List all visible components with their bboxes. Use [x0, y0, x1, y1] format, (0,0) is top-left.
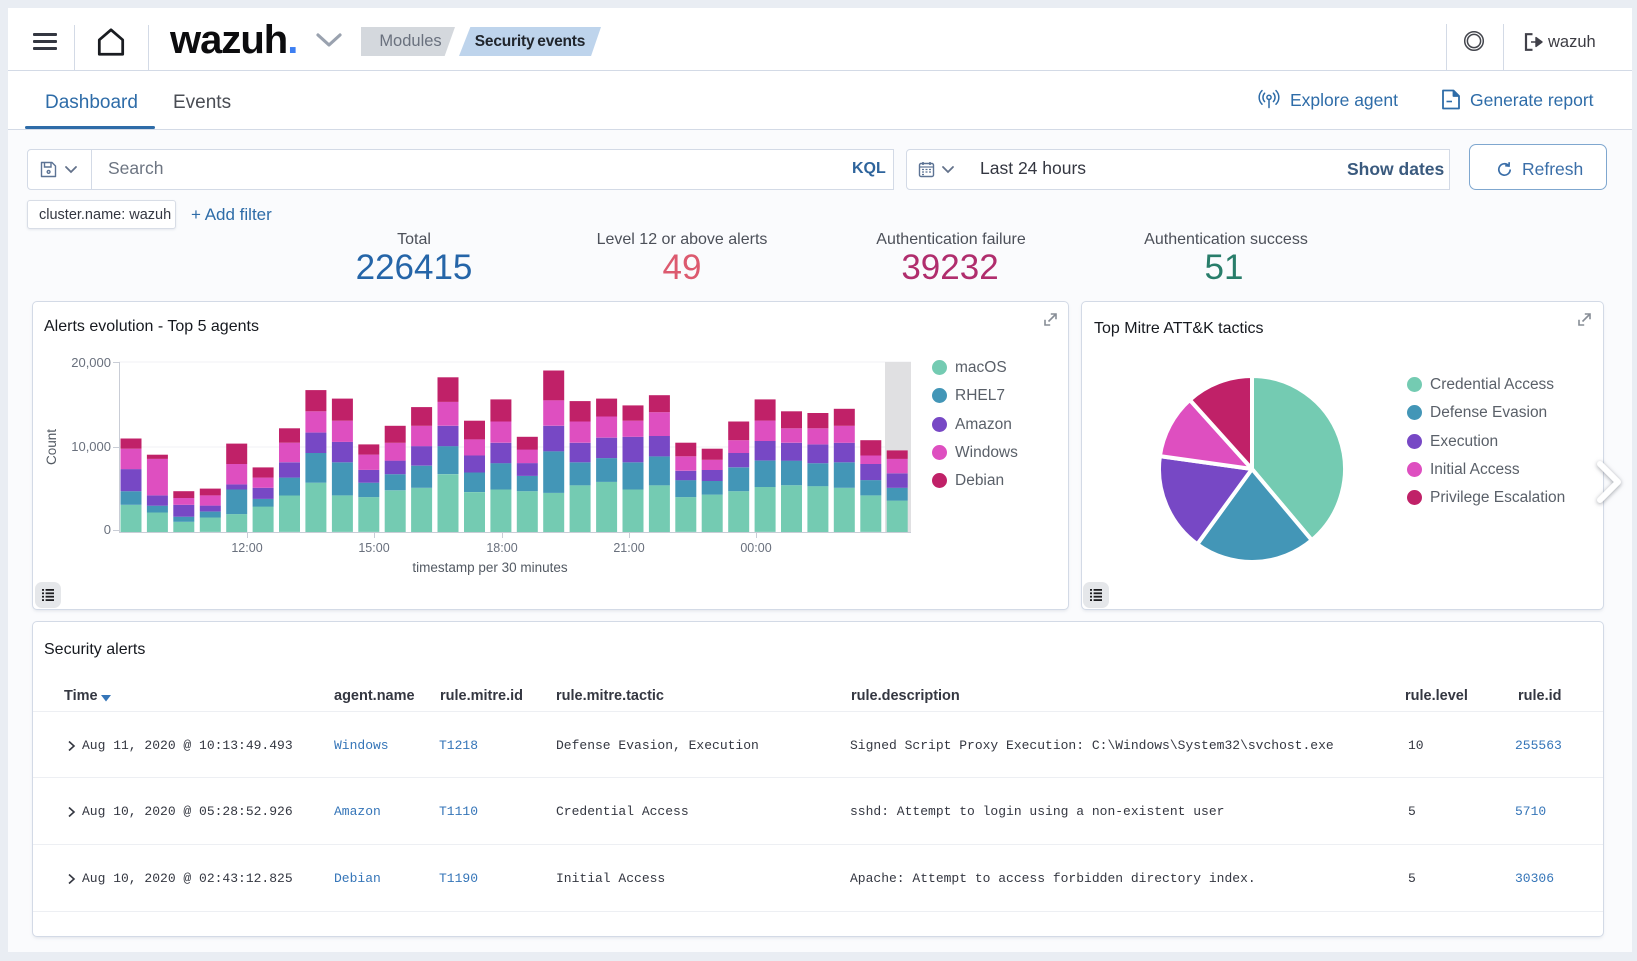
- svg-text:21:00: 21:00: [613, 541, 644, 555]
- svg-text:Count: Count: [44, 429, 59, 465]
- svg-text:12:00: 12:00: [231, 541, 262, 555]
- svg-text:10,000: 10,000: [71, 439, 111, 454]
- svg-text:00:00: 00:00: [740, 541, 771, 555]
- svg-text:18:00: 18:00: [486, 541, 517, 555]
- svg-text:timestamp per 30 minutes: timestamp per 30 minutes: [412, 560, 568, 575]
- svg-text:0: 0: [104, 522, 111, 537]
- svg-text:15:00: 15:00: [358, 541, 389, 555]
- svg-text:20,000: 20,000: [71, 355, 111, 370]
